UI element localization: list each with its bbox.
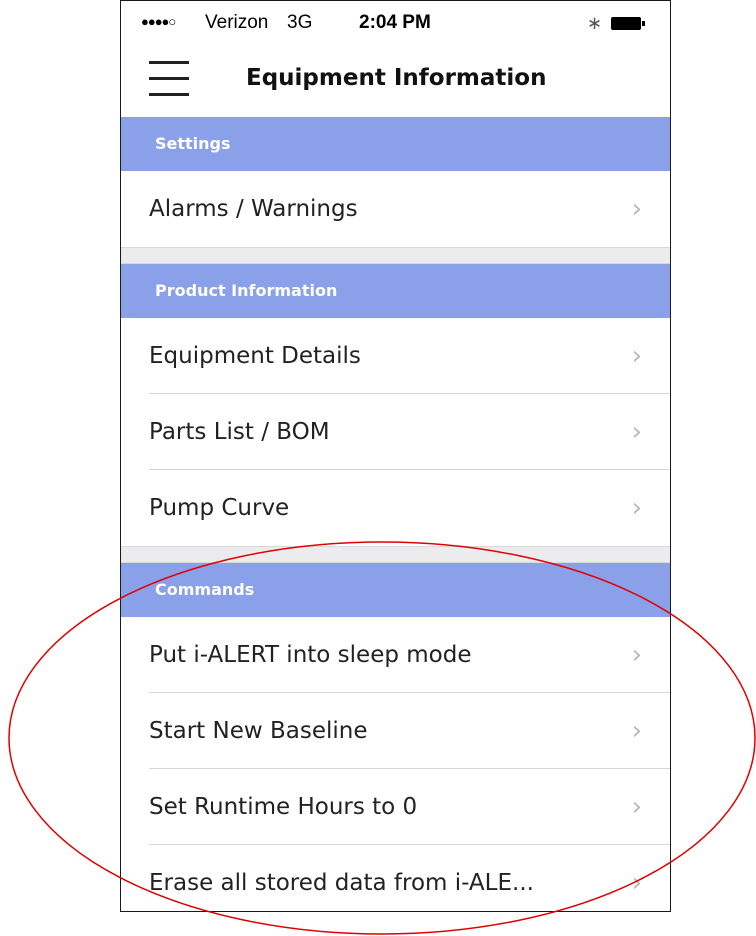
chevron-right-icon: ›: [631, 493, 642, 523]
list-item-alarms-warnings[interactable]: Alarms / Warnings ›: [121, 171, 670, 247]
chevron-right-icon: ›: [631, 341, 642, 371]
chevron-right-icon: ›: [631, 716, 642, 746]
status-bar: ●●●●○ Verizon 3G 2:04 PM ∗: [121, 1, 670, 45]
battery-icon: [611, 17, 645, 30]
chevron-right-icon: ›: [631, 417, 642, 447]
carrier-name: Verizon: [205, 12, 269, 33]
list-item-parts-list-bom[interactable]: Parts List / BOM ›: [121, 394, 670, 470]
network-type: 3G: [287, 12, 313, 33]
chevron-right-icon: ›: [631, 640, 642, 670]
signal-strength-indicator: ●●●●○: [141, 14, 176, 29]
section-header-commands: Commands: [121, 563, 670, 617]
list-item-start-new-baseline[interactable]: Start New Baseline ›: [121, 693, 670, 769]
status-time: 2:04 PM: [359, 12, 431, 33]
chevron-right-icon: ›: [631, 868, 642, 898]
bluetooth-icon: ∗: [587, 13, 603, 33]
list-item-label: Start New Baseline: [149, 718, 368, 744]
list-item-equipment-details[interactable]: Equipment Details ›: [121, 318, 670, 394]
section-header-product-information: Product Information: [121, 264, 670, 318]
list-item-label: Erase all stored data from i-ALE...: [149, 870, 534, 896]
section-header-settings: Settings: [121, 117, 670, 171]
settings-list: Settings Alarms / Warnings › Product Inf…: [121, 117, 670, 911]
list-item-set-runtime-hours[interactable]: Set Runtime Hours to 0 ›: [121, 769, 670, 845]
list-item-label: Set Runtime Hours to 0: [149, 794, 418, 820]
list-item-label: Put i-ALERT into sleep mode: [149, 642, 472, 668]
page-title: Equipment Information: [246, 65, 547, 91]
list-item-pump-curve[interactable]: Pump Curve ›: [121, 470, 670, 546]
hamburger-menu-icon[interactable]: [149, 61, 189, 97]
section-separator: [121, 247, 670, 264]
chevron-right-icon: ›: [631, 792, 642, 822]
list-item-erase-stored-data[interactable]: Erase all stored data from i-ALE... ›: [121, 845, 670, 911]
phone-screen: ●●●●○ Verizon 3G 2:04 PM ∗ Equipment Inf…: [120, 0, 671, 912]
list-item-label: Equipment Details: [149, 343, 361, 369]
list-item-label: Alarms / Warnings: [149, 196, 358, 222]
list-item-label: Pump Curve: [149, 495, 290, 521]
navigation-bar: Equipment Information: [121, 45, 670, 117]
list-item-label: Parts List / BOM: [149, 419, 330, 445]
chevron-right-icon: ›: [631, 194, 642, 224]
list-item-sleep-mode[interactable]: Put i-ALERT into sleep mode ›: [121, 617, 670, 693]
section-separator: [121, 546, 670, 563]
